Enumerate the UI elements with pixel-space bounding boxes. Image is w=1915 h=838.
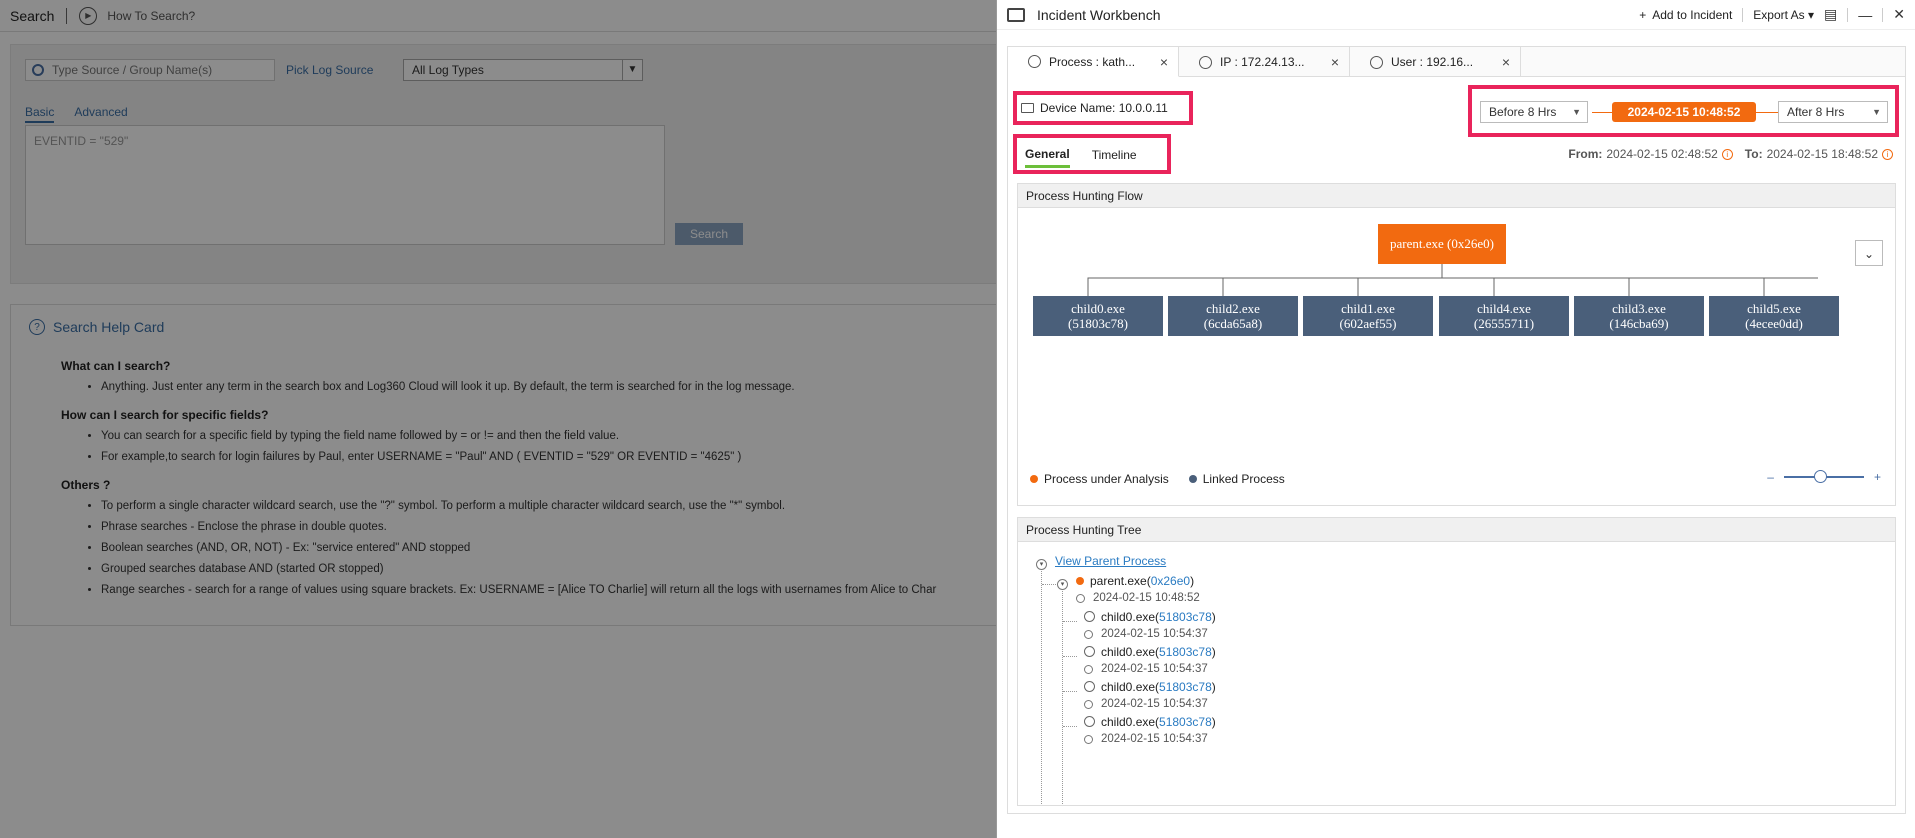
child-process-node[interactable]: child3.exe (146cba69) bbox=[1574, 296, 1704, 336]
flow-title: Process Hunting Flow bbox=[1018, 184, 1895, 208]
device-name: Device Name: 10.0.0.11 bbox=[1040, 101, 1168, 115]
info-icon[interactable]: i bbox=[1721, 148, 1733, 160]
after-hours-select[interactable]: After 8 Hrs ▼ bbox=[1778, 101, 1888, 123]
status-dot bbox=[1076, 577, 1084, 585]
workbench-header: Incident Workbench + Add to Incident Exp… bbox=[997, 0, 1915, 30]
workbench-main: Process : kath... × IP : 172.24.13... × … bbox=[1007, 46, 1906, 814]
close-tab-icon[interactable]: × bbox=[1160, 54, 1168, 70]
workbench-title: Incident Workbench bbox=[1037, 6, 1161, 23]
time-window-selector: Before 8 Hrs ▼ 2024-02-15 10:48:52 After… bbox=[1468, 85, 1899, 137]
clock-icon bbox=[1084, 699, 1093, 709]
tab-ip[interactable]: IP : 172.24.13... × bbox=[1179, 47, 1350, 77]
close-icon[interactable]: ✕ bbox=[1893, 6, 1905, 23]
monitor-icon bbox=[1021, 103, 1034, 113]
caret-down-icon: ▾ bbox=[1808, 7, 1815, 22]
workbench-icon bbox=[1007, 7, 1025, 22]
child-process-node[interactable]: child4.exe (26555711) bbox=[1439, 296, 1569, 336]
add-to-incident-button[interactable]: + Add to Incident bbox=[1639, 8, 1732, 22]
collapse-toggle-icon[interactable]: ▾ bbox=[1057, 579, 1068, 590]
view-tabs: General Timeline bbox=[1013, 134, 1171, 174]
child-process-node[interactable]: child0.exe (51803c78) bbox=[1033, 296, 1163, 336]
gear-icon bbox=[1084, 681, 1095, 692]
zoom-out-button[interactable]: – bbox=[1767, 470, 1774, 484]
zoom-slider[interactable] bbox=[1783, 470, 1864, 483]
device-name-box: Device Name: 10.0.0.11 bbox=[1013, 91, 1193, 125]
zoom-control: – + bbox=[1767, 470, 1881, 484]
clock-icon bbox=[1084, 664, 1093, 674]
child-process-node[interactable]: child1.exe (602aef55) bbox=[1303, 296, 1433, 336]
tab-timeline[interactable]: Timeline bbox=[1092, 148, 1137, 166]
child-process-node[interactable]: child5.exe (4ecee0dd) bbox=[1709, 296, 1839, 336]
process-icon bbox=[1028, 55, 1041, 68]
from-time: 2024-02-15 02:48:52 bbox=[1606, 147, 1718, 161]
before-hours-select[interactable]: Before 8 Hrs ▼ bbox=[1480, 101, 1588, 123]
tab-user[interactable]: User : 192.16... × bbox=[1350, 47, 1521, 77]
process-hunting-tree: Process Hunting Tree ▾ View Parent Proce… bbox=[1017, 517, 1896, 806]
tree-child-node[interactable]: child0.exe(51803c78) 2024-02-15 10:54:37 bbox=[1084, 680, 1216, 710]
process-hunting-flow: Process Hunting Flow parent.exe (0x26e0)… bbox=[1017, 183, 1896, 506]
globe-icon bbox=[1199, 55, 1212, 69]
clock-icon bbox=[1084, 734, 1093, 744]
center-time: 2024-02-15 10:48:52 bbox=[1612, 102, 1756, 122]
caret-down-icon: ▼ bbox=[1872, 107, 1881, 117]
legend-linked-process: Linked Process bbox=[1188, 472, 1285, 486]
tree-parent-node[interactable]: parent.exe(0x26e0) 2024-02-15 10:48:52 bbox=[1076, 574, 1200, 604]
gear-icon bbox=[1084, 716, 1095, 727]
child-process-node[interactable]: child2.exe (6cda65a8) bbox=[1168, 296, 1298, 336]
minimize-icon[interactable]: — bbox=[1858, 7, 1872, 23]
parent-process-node[interactable]: parent.exe (0x26e0) bbox=[1378, 224, 1506, 264]
close-tab-icon[interactable]: × bbox=[1502, 54, 1510, 70]
close-tab-icon[interactable]: × bbox=[1331, 54, 1339, 70]
plus-icon: + bbox=[1639, 7, 1647, 22]
chevron-down-icon[interactable]: ⌄ bbox=[1855, 240, 1883, 266]
legend-process-under-analysis: Process under Analysis bbox=[1030, 472, 1169, 486]
clock-icon bbox=[1084, 629, 1093, 639]
zoom-slider-handle[interactable] bbox=[1813, 470, 1827, 483]
tree-child-node[interactable]: child0.exe(51803c78) 2024-02-15 10:54:37 bbox=[1084, 715, 1216, 745]
gear-icon bbox=[1084, 611, 1095, 622]
export-as-button[interactable]: Export As ▾ bbox=[1753, 8, 1814, 22]
user-icon bbox=[1370, 55, 1383, 69]
to-time: 2024-02-15 18:48:52 bbox=[1766, 147, 1878, 161]
info-icon[interactable]: i bbox=[1882, 148, 1893, 160]
incident-workbench-panel: Incident Workbench + Add to Incident Exp… bbox=[996, 0, 1915, 838]
collapse-toggle-icon[interactable]: ▾ bbox=[1036, 559, 1047, 570]
zoom-in-button[interactable]: + bbox=[1874, 470, 1881, 484]
gear-icon bbox=[1084, 646, 1095, 657]
clock-icon bbox=[1076, 593, 1085, 603]
caret-down-icon: ▼ bbox=[1572, 107, 1581, 117]
tree-child-node[interactable]: child0.exe(51803c78) 2024-02-15 10:54:37 bbox=[1084, 645, 1216, 675]
tree-child-node[interactable]: child0.exe(51803c78) 2024-02-15 10:54:37 bbox=[1084, 610, 1216, 640]
report-icon[interactable]: ▤ bbox=[1824, 6, 1837, 23]
tab-general[interactable]: General bbox=[1025, 147, 1070, 168]
view-parent-process-link[interactable]: View Parent Process bbox=[1055, 554, 1166, 568]
tab-process[interactable]: Process : kath... × bbox=[1008, 47, 1179, 77]
flow-legend: Process under Analysis Linked Process bbox=[1030, 472, 1285, 486]
tree-title: Process Hunting Tree bbox=[1018, 518, 1895, 542]
time-range: From: 2024-02-15 02:48:52 i To: 2024-02-… bbox=[1568, 147, 1901, 161]
entity-tabs: Process : kath... × IP : 172.24.13... × … bbox=[1008, 47, 1905, 77]
